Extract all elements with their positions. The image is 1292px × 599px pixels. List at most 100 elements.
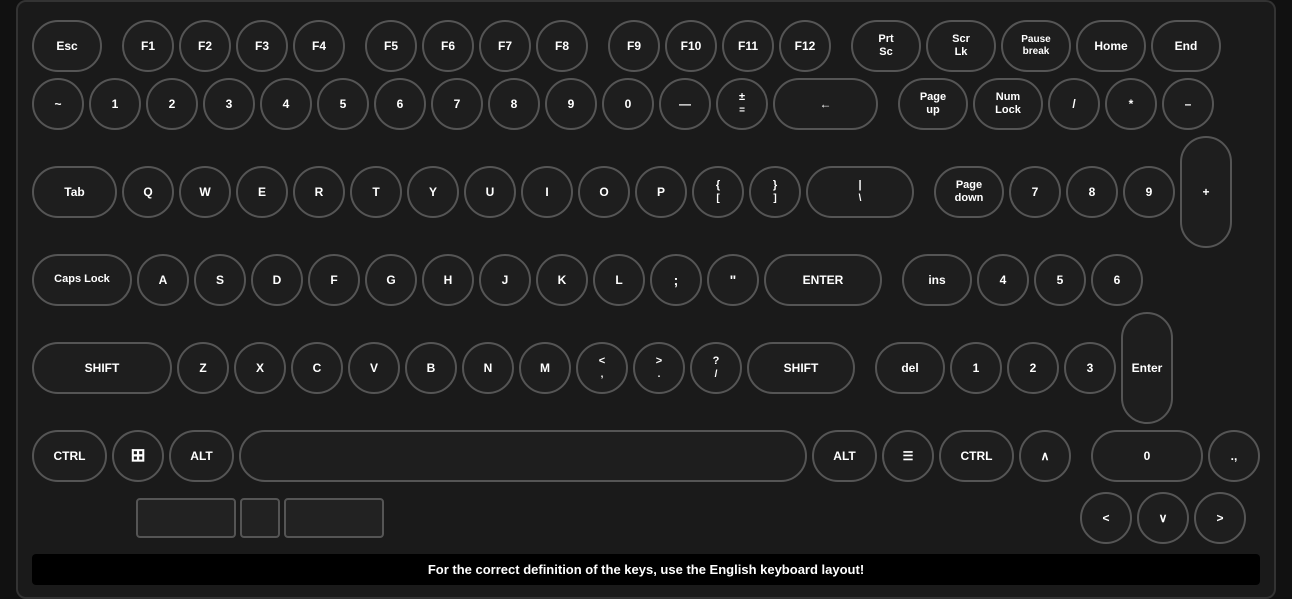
key-num1[interactable]: 1 (950, 342, 1002, 394)
key-esc[interactable]: Esc (32, 20, 102, 72)
key-f12[interactable]: F12 (779, 20, 831, 72)
key-tilde[interactable]: ~ (32, 78, 84, 130)
key-num8[interactable]: 8 (1066, 166, 1118, 218)
key-f7[interactable]: F7 (479, 20, 531, 72)
touchpad-right-btn[interactable] (284, 498, 384, 538)
key-f1[interactable]: F1 (122, 20, 174, 72)
key-num6[interactable]: 6 (1091, 254, 1143, 306)
key-arrow-down[interactable]: ∨ (1137, 492, 1189, 544)
key-k[interactable]: K (536, 254, 588, 306)
key-f8[interactable]: F8 (536, 20, 588, 72)
key-7[interactable]: 7 (431, 78, 483, 130)
key-pause[interactable]: Pausebreak (1001, 20, 1071, 72)
key-f4[interactable]: F4 (293, 20, 345, 72)
touchpad-left-btn[interactable] (136, 498, 236, 538)
key-arrow-up-ctrl[interactable]: ∧ (1019, 430, 1071, 482)
key-num7[interactable]: 7 (1009, 166, 1061, 218)
key-num9[interactable]: 9 (1123, 166, 1175, 218)
key-alt-right[interactable]: ALT (812, 430, 877, 482)
key-e[interactable]: E (236, 166, 288, 218)
key-numenter[interactable]: Enter (1121, 312, 1173, 424)
key-f10[interactable]: F10 (665, 20, 717, 72)
key-z[interactable]: Z (177, 342, 229, 394)
key-ctrl-left[interactable]: CTRL (32, 430, 107, 482)
key-semicolon[interactable]: ; (650, 254, 702, 306)
key-numlock[interactable]: NumLock (973, 78, 1043, 130)
key-backspace[interactable]: ← (773, 78, 878, 130)
key-f3[interactable]: F3 (236, 20, 288, 72)
key-ctrl-right[interactable]: CTRL (939, 430, 1014, 482)
key-quote[interactable]: " (707, 254, 759, 306)
key-l[interactable]: L (593, 254, 645, 306)
key-numstar[interactable]: * (1105, 78, 1157, 130)
key-x[interactable]: X (234, 342, 286, 394)
key-y[interactable]: Y (407, 166, 459, 218)
key-n[interactable]: N (462, 342, 514, 394)
key-shift-left[interactable]: SHIFT (32, 342, 172, 394)
key-u[interactable]: U (464, 166, 516, 218)
key-enter[interactable]: ENTER (764, 254, 882, 306)
key-j[interactable]: J (479, 254, 531, 306)
key-f[interactable]: F (308, 254, 360, 306)
key-arrow-left[interactable]: < (1080, 492, 1132, 544)
key-prtsc[interactable]: PrtSc (851, 20, 921, 72)
key-backslash[interactable]: |\ (806, 166, 914, 218)
key-5[interactable]: 5 (317, 78, 369, 130)
key-pageup[interactable]: Pageup (898, 78, 968, 130)
key-shift-right[interactable]: SHIFT (747, 342, 855, 394)
key-num2[interactable]: 2 (1007, 342, 1059, 394)
key-o[interactable]: O (578, 166, 630, 218)
key-rbracket[interactable]: }] (749, 166, 801, 218)
key-f5[interactable]: F5 (365, 20, 417, 72)
key-q[interactable]: Q (122, 166, 174, 218)
key-win[interactable]: ⊞ (112, 430, 164, 482)
key-1[interactable]: 1 (89, 78, 141, 130)
key-minus[interactable]: — (659, 78, 711, 130)
key-r[interactable]: R (293, 166, 345, 218)
key-numminus[interactable]: – (1162, 78, 1214, 130)
key-c[interactable]: C (291, 342, 343, 394)
touchpad-center-btn[interactable] (240, 498, 280, 538)
key-0[interactable]: 0 (602, 78, 654, 130)
key-4[interactable]: 4 (260, 78, 312, 130)
key-num4[interactable]: 4 (977, 254, 1029, 306)
key-a[interactable]: A (137, 254, 189, 306)
key-numdot[interactable]: ., (1208, 430, 1260, 482)
key-scrlk[interactable]: ScrLk (926, 20, 996, 72)
key-lbracket[interactable]: {[ (692, 166, 744, 218)
key-num5[interactable]: 5 (1034, 254, 1086, 306)
key-f11[interactable]: F11 (722, 20, 774, 72)
key-w[interactable]: W (179, 166, 231, 218)
key-home[interactable]: Home (1076, 20, 1146, 72)
key-period[interactable]: >. (633, 342, 685, 394)
key-num0[interactable]: 0 (1091, 430, 1203, 482)
key-f9[interactable]: F9 (608, 20, 660, 72)
key-t[interactable]: T (350, 166, 402, 218)
key-g[interactable]: G (365, 254, 417, 306)
key-6[interactable]: 6 (374, 78, 426, 130)
key-p[interactable]: P (635, 166, 687, 218)
key-2[interactable]: 2 (146, 78, 198, 130)
key-capslock[interactable]: Caps Lock (32, 254, 132, 306)
key-space[interactable] (239, 430, 807, 482)
key-equals[interactable]: ±= (716, 78, 768, 130)
key-del[interactable]: del (875, 342, 945, 394)
key-arrow-right[interactable]: > (1194, 492, 1246, 544)
key-numplus[interactable]: + (1180, 136, 1232, 248)
key-alt-left[interactable]: ALT (169, 430, 234, 482)
key-d[interactable]: D (251, 254, 303, 306)
key-s[interactable]: S (194, 254, 246, 306)
key-comma[interactable]: <, (576, 342, 628, 394)
key-numslash[interactable]: / (1048, 78, 1100, 130)
key-h[interactable]: H (422, 254, 474, 306)
key-8[interactable]: 8 (488, 78, 540, 130)
key-menu[interactable]: ☰ (882, 430, 934, 482)
key-v[interactable]: V (348, 342, 400, 394)
key-tab[interactable]: Tab (32, 166, 117, 218)
key-f2[interactable]: F2 (179, 20, 231, 72)
key-num3[interactable]: 3 (1064, 342, 1116, 394)
key-i[interactable]: I (521, 166, 573, 218)
key-pagedown[interactable]: Pagedown (934, 166, 1004, 218)
key-m[interactable]: M (519, 342, 571, 394)
key-slash[interactable]: ?/ (690, 342, 742, 394)
